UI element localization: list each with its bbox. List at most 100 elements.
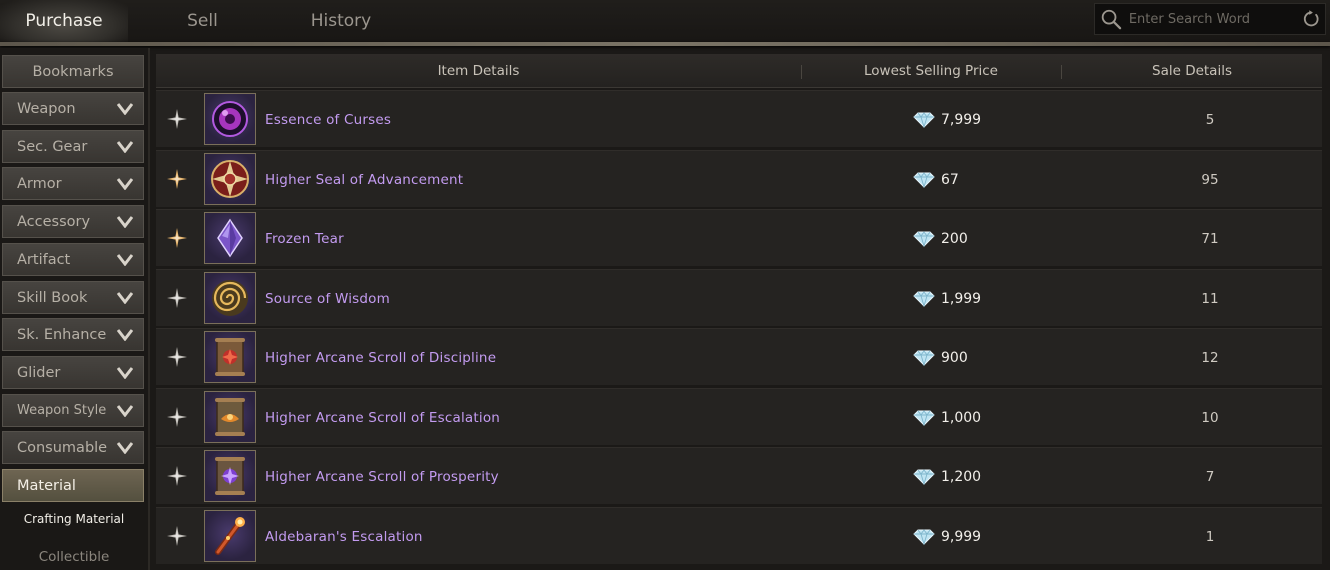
sidebar-item-label: Artifact [17, 251, 71, 268]
chevron-down-icon [117, 441, 133, 454]
sale-count: 5 [1205, 111, 1215, 128]
bookmark-star-icon[interactable] [166, 525, 188, 547]
sidebar-item-material[interactable]: Material [2, 469, 144, 502]
purple-orb-icon [212, 101, 248, 137]
chevron-down-icon [117, 291, 133, 304]
bookmark-star-icon[interactable] [166, 406, 188, 428]
search-input[interactable] [1122, 4, 1301, 34]
price-value: 1,200 [941, 468, 982, 485]
fire-staff-icon [215, 517, 245, 555]
sidebar-item-consumable[interactable]: Consumable [2, 431, 144, 464]
price-cell: 900 [913, 329, 968, 386]
price-cell: 1,999 [913, 270, 981, 327]
subcategory-crafting-material[interactable]: Crafting Material [0, 506, 148, 532]
sale-count: 10 [1201, 409, 1219, 426]
table-row[interactable]: Essence of Curses 7,999 5 [156, 90, 1322, 147]
item-icon-frame[interactable] [204, 510, 256, 562]
price-value: 67 [941, 171, 959, 188]
price-value: 7,999 [941, 111, 982, 128]
gem-currency-icon [913, 349, 935, 366]
gem-currency-icon [913, 290, 935, 307]
item-name[interactable]: Aldebaran's Escalation [265, 508, 423, 565]
listing-table: Item Details Lowest Selling Price Sale D… [156, 54, 1322, 570]
table-header: Item Details Lowest Selling Price Sale D… [156, 54, 1322, 88]
gem-currency-icon [913, 528, 935, 545]
price-cell: 1,200 [913, 448, 981, 505]
sidebar-item-sec-gear[interactable]: Sec. Gear [2, 130, 144, 163]
table-row[interactable]: Higher Arcane Scroll of Prosperity 1,200 7 [156, 447, 1322, 504]
column-header-lowest-price[interactable]: Lowest Selling Price [802, 54, 1060, 88]
tab-sell[interactable]: Sell [150, 0, 255, 42]
sidebar-item-weapon[interactable]: Weapon [2, 92, 144, 125]
column-header-sale-details[interactable]: Sale Details [1062, 54, 1322, 88]
item-name[interactable]: Higher Seal of Advancement [265, 151, 463, 208]
sidebar-item-label: Glider [17, 364, 61, 381]
chevron-down-icon [117, 328, 133, 341]
price-value: 9,999 [941, 528, 982, 545]
sale-count: 71 [1201, 230, 1219, 247]
sidebar-item-label: Sec. Gear [17, 138, 88, 155]
refresh-icon[interactable] [1301, 8, 1321, 30]
chevron-down-icon [117, 140, 133, 153]
item-icon-frame[interactable] [204, 450, 256, 502]
price-value: 1,000 [941, 409, 982, 426]
subcategory-collectible[interactable]: Collectible [0, 544, 148, 570]
table-row[interactable]: Higher Seal of Advancement 67 95 [156, 150, 1322, 207]
sale-count: 95 [1201, 171, 1219, 188]
orange-scroll-icon [215, 398, 245, 436]
sidebar-item-artifact[interactable]: Artifact [2, 243, 144, 276]
item-name[interactable]: Source of Wisdom [265, 270, 390, 327]
bookmark-star-icon[interactable] [166, 465, 188, 487]
sidebar-item-glider[interactable]: Glider [2, 356, 144, 389]
search-icon[interactable] [1099, 6, 1123, 32]
sidebar-item-label: Sk. Enhance [17, 326, 107, 343]
bookmark-star-icon[interactable] [166, 108, 188, 130]
item-icon-frame[interactable] [204, 153, 256, 205]
chevron-down-icon [117, 102, 133, 115]
price-cell: 67 [913, 151, 959, 208]
price-value: 900 [941, 349, 968, 366]
price-value: 1,999 [941, 290, 982, 307]
item-icon-frame[interactable] [204, 331, 256, 383]
table-row[interactable]: Higher Arcane Scroll of Escalation 1,000 1… [156, 388, 1322, 445]
item-name[interactable]: Higher Arcane Scroll of Discipline [265, 329, 496, 386]
bookmark-star-icon[interactable] [166, 168, 188, 190]
bookmark-star-icon[interactable] [166, 346, 188, 368]
sidebar-item-sk-enhance[interactable]: Sk. Enhance [2, 318, 144, 351]
table-row[interactable]: Frozen Tear 200 71 [156, 209, 1322, 266]
item-name[interactable]: Higher Arcane Scroll of Prosperity [265, 448, 499, 505]
bookmark-star-icon[interactable] [166, 227, 188, 249]
item-name[interactable]: Higher Arcane Scroll of Escalation [265, 389, 500, 446]
chevron-down-icon [117, 404, 133, 417]
gem-currency-icon [913, 468, 935, 485]
table-row[interactable]: Higher Arcane Scroll of Discipline 900 12 [156, 328, 1322, 385]
column-header-item-details[interactable]: Item Details [156, 54, 801, 88]
sidebar-item-label: Bookmarks [32, 63, 114, 80]
table-row[interactable]: Aldebaran's Escalation 9,999 1 [156, 507, 1322, 564]
item-icon-frame[interactable] [204, 212, 256, 264]
sidebar-item-accessory[interactable]: Accessory [2, 205, 144, 238]
item-icon-frame[interactable] [204, 272, 256, 324]
sidebar-item-armor[interactable]: Armor [2, 167, 144, 200]
table-row[interactable]: Source of Wisdom 1,999 11 [156, 269, 1322, 326]
item-name[interactable]: Essence of Curses [265, 91, 391, 148]
violet-teardrop-gem-icon [217, 218, 243, 258]
purple-scroll-icon [215, 457, 245, 495]
item-name[interactable]: Frozen Tear [265, 210, 344, 267]
tab-purchase[interactable]: Purchase [0, 0, 128, 42]
sale-count: 12 [1201, 349, 1219, 366]
sidebar-item-label: Weapon Style [17, 403, 107, 418]
sidebar-item-label: Weapon [17, 100, 76, 117]
sale-count: 1 [1205, 528, 1215, 545]
sidebar-item-label: Consumable [17, 439, 108, 456]
item-icon-frame[interactable] [204, 93, 256, 145]
item-icon-frame[interactable] [204, 391, 256, 443]
sidebar-item-skill-book[interactable]: Skill Book [2, 281, 144, 314]
red-scroll-icon [215, 338, 245, 376]
price-value: 200 [941, 230, 968, 247]
sidebar-item-bookmarks[interactable]: Bookmarks [2, 55, 144, 88]
tab-history[interactable]: History [285, 0, 397, 42]
sidebar-item-weapon-style[interactable]: Weapon Style [2, 394, 144, 427]
price-cell: 9,999 [913, 508, 981, 565]
bookmark-star-icon[interactable] [166, 287, 188, 309]
